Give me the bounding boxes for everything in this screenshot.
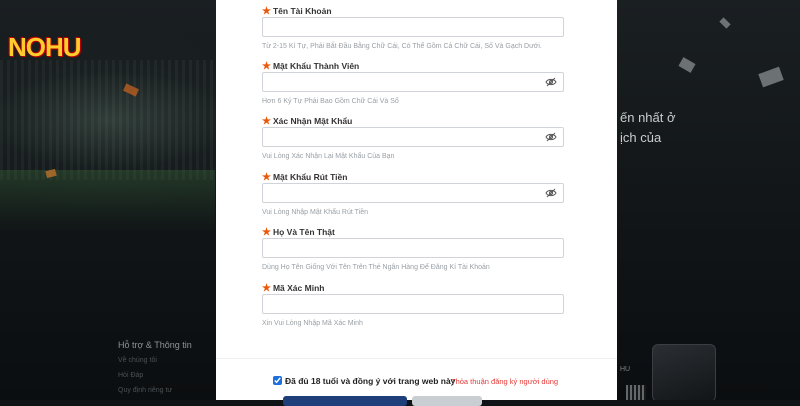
confetti-piece <box>719 17 731 29</box>
field-label: ★ Họ Và Tên Thật <box>262 227 335 238</box>
eye-slash-icon[interactable] <box>545 188 557 198</box>
withdraw-password-input[interactable] <box>262 183 564 203</box>
field-label: ★ Tên Tài Khoản <box>262 6 332 17</box>
footer-title: Hỗ trợ & Thông tin <box>118 340 192 350</box>
verification-code-input[interactable] <box>262 294 564 314</box>
stadium-pitch <box>0 170 215 230</box>
footer-link[interactable]: Về chúng tôi <box>118 357 157 364</box>
footer-link[interactable]: Hỏi Đáp <box>118 372 143 379</box>
app-phone-image <box>652 344 716 400</box>
background-text-line: ịch của <box>620 130 662 145</box>
background-text-line: ến nhất ở <box>620 110 676 125</box>
field-label: ★ Xác Nhận Mật Khẩu <box>262 116 353 127</box>
login-button[interactable] <box>412 396 482 406</box>
field-hint: Từ 2-15 Kí Tự, Phải Bắt Đầu Bằng Chữ Cái… <box>262 43 542 50</box>
confetti-piece <box>758 66 784 88</box>
register-button[interactable] <box>283 396 407 406</box>
agree-checkbox[interactable] <box>273 376 282 385</box>
confetti-piece <box>678 57 696 73</box>
required-star-icon: ★ <box>262 227 271 238</box>
qr-code <box>626 385 646 400</box>
stadium-stands <box>0 60 215 180</box>
required-star-icon: ★ <box>262 61 271 72</box>
field-label: ★ Mật Khẩu Thành Viên <box>262 61 360 72</box>
brand-logo: NOHU <box>8 32 82 63</box>
agree-checkbox-row[interactable]: Đã đủ 18 tuổi và đồng ý với trang web nà… <box>273 376 455 386</box>
footer-link[interactable]: Quy định riêng tư <box>118 387 172 394</box>
required-star-icon: ★ <box>262 116 271 127</box>
confirm-password-input[interactable] <box>262 127 564 147</box>
divider <box>216 358 617 359</box>
field-hint: Xin Vui Lòng Nhập Mã Xác Minh <box>262 320 363 327</box>
field-hint: Vui Lòng Xác Nhận Lại Mật Khẩu Của Bạn <box>262 153 395 160</box>
register-modal: ★ Tên Tài Khoản Từ 2-15 Kí Tự, Phải Bắt Đ… <box>216 0 617 406</box>
app-label: HU <box>620 366 631 373</box>
logo-text: NOHU <box>8 32 82 62</box>
real-name-input[interactable] <box>262 238 564 258</box>
field-hint: Vui Lòng Nhập Mật Khẩu Rút Tiền <box>262 209 368 216</box>
required-star-icon: ★ <box>262 6 271 17</box>
terms-link[interactable]: Thỏa thuận đăng ký người dùng <box>451 377 558 386</box>
password-input[interactable] <box>262 72 564 92</box>
field-hint: Hơn 6 Ký Tự Phải Bao Gồm Chữ Cái Và Số <box>262 98 399 105</box>
field-label: ★ Mã Xác Minh <box>262 283 325 294</box>
username-input[interactable] <box>262 17 564 37</box>
eye-slash-icon[interactable] <box>545 132 557 142</box>
agree-text: Đã đủ 18 tuổi và đồng ý với trang web nà… <box>285 376 456 386</box>
field-label: ★ Mật Khẩu Rút Tiền <box>262 172 348 183</box>
field-hint: Dùng Họ Tên Giống Với Tên Trên Thẻ Ngân … <box>262 264 490 271</box>
eye-slash-icon[interactable] <box>545 77 557 87</box>
required-star-icon: ★ <box>262 172 271 183</box>
required-star-icon: ★ <box>262 283 271 294</box>
